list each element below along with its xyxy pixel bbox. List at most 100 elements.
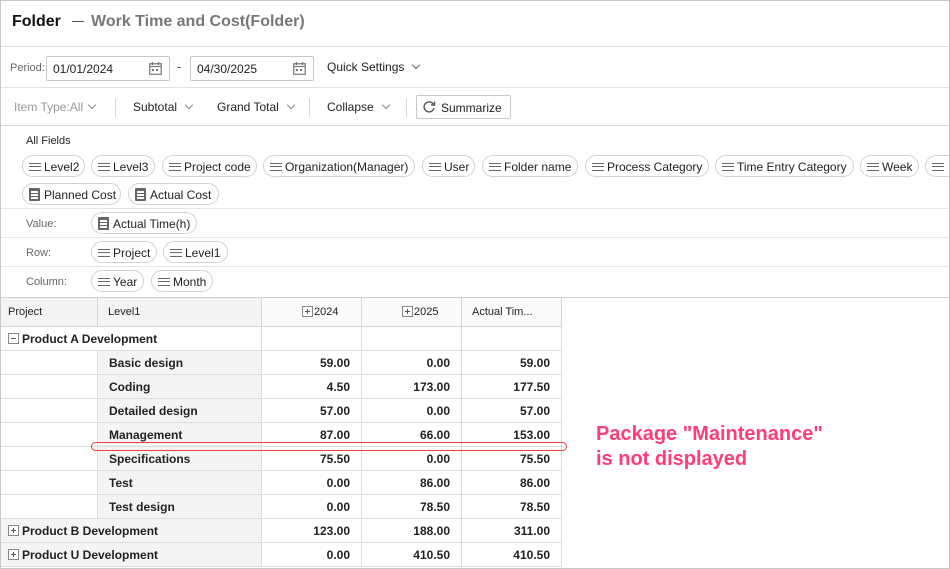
field-chip-planned-cost[interactable]: Planned Cost <box>22 183 121 205</box>
item-type-dropdown[interactable]: Item Type:All <box>14 100 97 114</box>
field-chip-cut-off[interactable] <box>925 155 949 177</box>
field-chip-time-entry-category[interactable]: Time Entry Category <box>715 155 854 177</box>
value-zone-label: Value: <box>26 218 57 230</box>
field-chip-process-category[interactable]: Process Category <box>585 155 709 177</box>
calendar-icon[interactable] <box>149 62 162 75</box>
value-cell-2024: 0.00 <box>262 471 362 495</box>
row-chip-level1[interactable]: Level1 <box>163 241 228 263</box>
row-level1-cell: Basic design <box>98 351 262 375</box>
row-level1-cell: Test design <box>98 495 262 519</box>
row-level1-cell: Test <box>98 471 262 495</box>
value-cell-2025: 78.50 <box>362 495 462 519</box>
column-chip-month[interactable]: Month <box>151 270 213 292</box>
header-project[interactable]: Project <box>1 298 98 327</box>
value-cell-total: 59.00 <box>462 351 562 375</box>
grand-total-dropdown[interactable]: Grand Total <box>217 100 296 114</box>
summarize-button[interactable]: Summarize <box>416 95 511 119</box>
start-date-field[interactable]: 01/01/2024 <box>46 56 170 81</box>
header-actual-time-total[interactable]: Actual Tim... <box>462 298 562 327</box>
measure-icon <box>135 188 146 201</box>
list-icon <box>98 163 110 171</box>
pivot-window: Folder Work Time and Cost(Folder) Period… <box>0 0 950 569</box>
field-chip-label: Level3 <box>113 160 149 174</box>
end-date-value: 04/30/2025 <box>197 62 258 76</box>
date-range-dash: - <box>177 59 182 74</box>
expand-icon[interactable] <box>8 525 19 536</box>
quick-settings-dropdown[interactable]: Quick Settings <box>327 60 421 74</box>
field-chip-label: Week <box>882 160 913 174</box>
start-date-value: 01/01/2024 <box>53 62 114 76</box>
expand-icon[interactable] <box>302 306 313 317</box>
field-chip-level2[interactable]: Level2 <box>22 155 85 177</box>
value-cell-2024: 4.50 <box>262 375 362 399</box>
page-title: Folder <box>12 13 61 30</box>
header-year-2024[interactable]: 2024 <box>262 298 362 327</box>
collapse-label: Collapse <box>327 100 374 114</box>
toolbar-divider <box>406 98 407 117</box>
header-label: Actual Tim... <box>472 306 533 318</box>
toolbar-divider <box>309 98 310 117</box>
group-row-collapsed: Product U Development <box>1 543 262 567</box>
missing-row-highlight <box>91 442 567 451</box>
list-icon <box>429 163 441 171</box>
field-list-area: All Fields Level2 Level3 Project code Or… <box>1 127 949 296</box>
level1-label: Test <box>109 476 133 490</box>
value-cell-2024: 57.00 <box>262 399 362 423</box>
collapse-dropdown[interactable]: Collapse <box>327 100 390 114</box>
row-chip-project[interactable]: Project <box>91 241 157 263</box>
column-zone-label: Column: <box>26 276 67 288</box>
value-cell-total: 86.00 <box>462 471 562 495</box>
list-icon <box>489 163 501 171</box>
field-chip-label: Process Category <box>607 160 703 174</box>
list-icon <box>722 163 734 171</box>
value-cell-total: 57.00 <box>462 399 562 423</box>
field-chip-organization[interactable]: Organization(Manager) <box>263 155 415 177</box>
group-label: Product A Development <box>22 332 158 346</box>
end-date-field[interactable]: 04/30/2025 <box>190 56 314 81</box>
field-chip-label: Project code <box>184 160 251 174</box>
row-project-cell <box>1 495 98 519</box>
header-year-2025[interactable]: 2025 <box>362 298 462 327</box>
header-level1[interactable]: Level1 <box>98 298 262 327</box>
value-cell-2025: 188.00 <box>362 519 462 543</box>
column-chip-year[interactable]: Year <box>91 270 144 292</box>
row-project-cell <box>1 399 98 423</box>
field-chip-level3[interactable]: Level3 <box>91 155 155 177</box>
list-icon <box>98 249 110 257</box>
field-chip-week[interactable]: Week <box>860 155 919 177</box>
field-chip-label: Organization(Manager) <box>285 160 409 174</box>
chevron-down-icon <box>184 100 194 110</box>
field-chip-folder-name[interactable]: Folder name <box>482 155 578 177</box>
level1-label: Specifications <box>109 452 191 466</box>
field-chip-label: Year <box>113 275 138 289</box>
level1-label: Basic design <box>109 356 184 370</box>
field-chip-user[interactable]: User <box>422 155 475 177</box>
subtotal-dropdown[interactable]: Subtotal <box>133 100 194 114</box>
annotation-note: Package "Maintenance" is not displayed <box>596 422 823 472</box>
field-chip-label: Folder name <box>504 160 572 174</box>
calendar-icon[interactable] <box>293 62 306 75</box>
field-chip-label: Time Entry Category <box>737 160 847 174</box>
header-label: 2025 <box>414 306 439 318</box>
collapse-icon[interactable] <box>8 333 19 344</box>
field-chip-label: Level2 <box>44 160 80 174</box>
value-cell-2025: 86.00 <box>362 471 462 495</box>
field-chip-actual-cost[interactable]: Actual Cost <box>128 183 219 205</box>
group-label: Product B Development <box>22 524 159 538</box>
list-icon <box>867 163 879 171</box>
list-icon <box>932 163 944 171</box>
expand-icon[interactable] <box>8 549 19 560</box>
expand-icon[interactable] <box>402 306 413 317</box>
value-cell-2025: 173.00 <box>362 375 462 399</box>
level1-label: Coding <box>109 380 151 394</box>
field-chip-project-code[interactable]: Project code <box>162 155 257 177</box>
row-project-cell <box>1 375 98 399</box>
header-label: 2024 <box>314 306 339 318</box>
value-cell-2024: 0.00 <box>262 495 362 519</box>
value-chip-actual-time[interactable]: Actual Time(h) <box>91 212 197 234</box>
measure-icon <box>98 217 109 230</box>
group-cell-empty <box>362 327 462 351</box>
level1-label: Management <box>109 428 183 442</box>
level1-label: Detailed design <box>109 404 198 418</box>
item-type-label: Item Type:All <box>14 100 84 114</box>
